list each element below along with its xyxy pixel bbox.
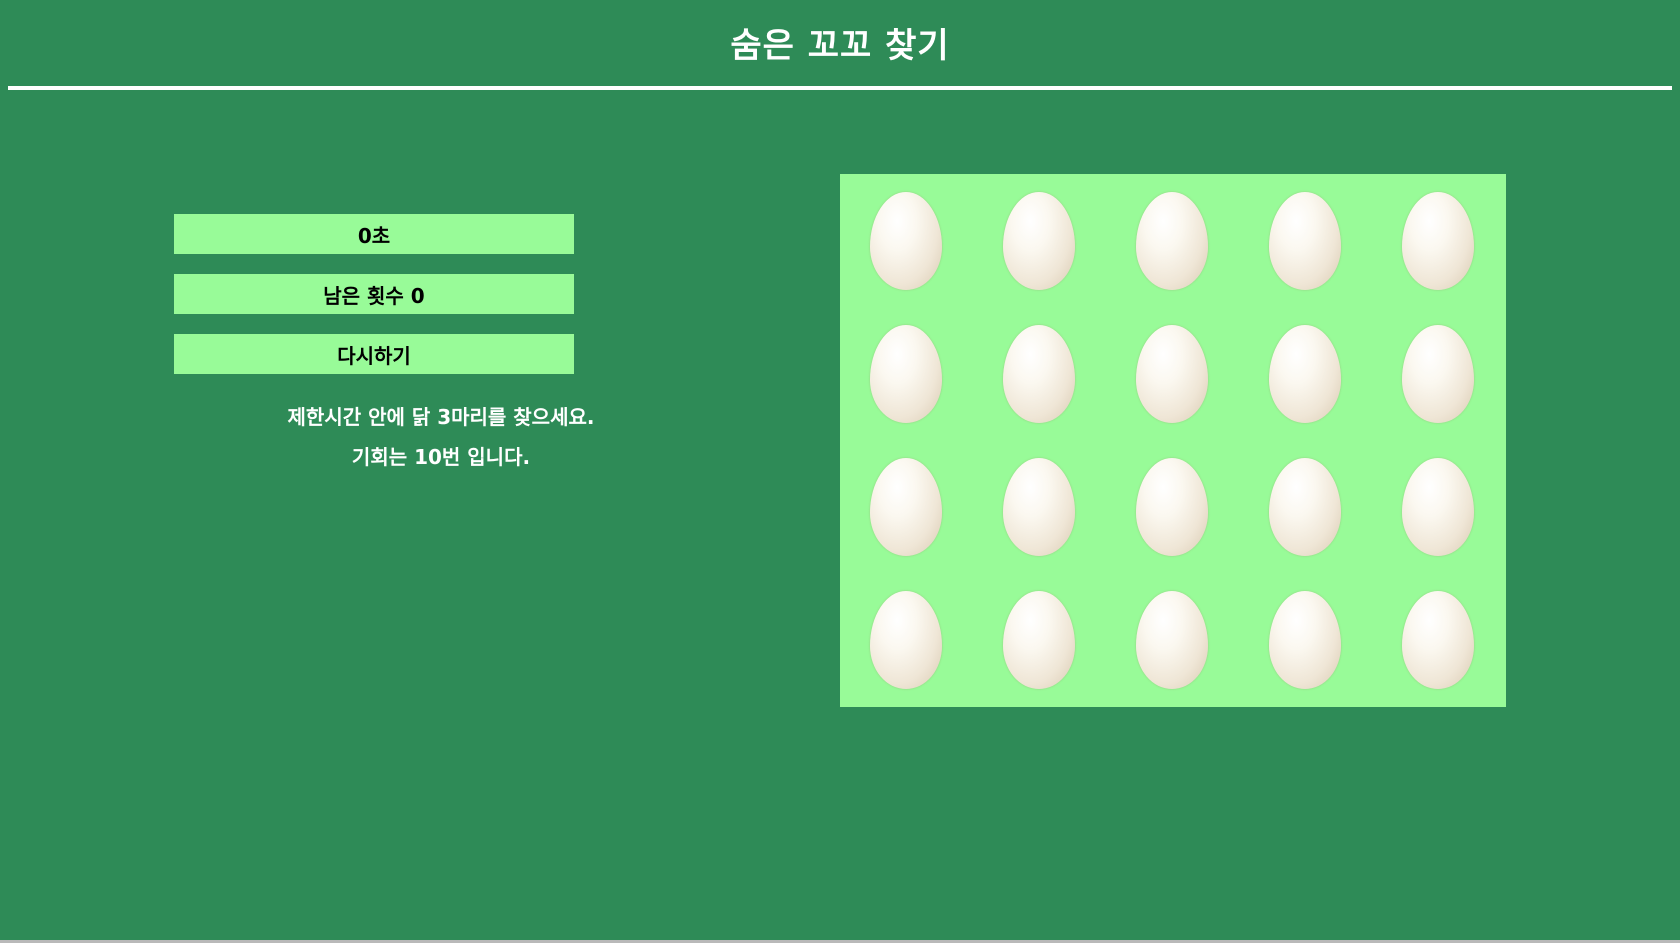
timer-display: 0초 xyxy=(174,214,574,254)
egg-icon[interactable] xyxy=(1136,591,1208,689)
egg-icon[interactable] xyxy=(1402,325,1474,423)
egg-icon[interactable] xyxy=(1402,591,1474,689)
egg-icon[interactable] xyxy=(870,591,942,689)
egg-icon[interactable] xyxy=(1402,458,1474,556)
egg-icon[interactable] xyxy=(870,325,942,423)
page-title: 숨은 꼬꼬 찾기 xyxy=(730,26,950,66)
egg-icon[interactable] xyxy=(870,458,942,556)
egg-icon[interactable] xyxy=(1136,192,1208,290)
instruction-chances: 기회는 10번 입니다. xyxy=(351,445,531,469)
egg-icon[interactable] xyxy=(1003,192,1075,290)
egg-icon[interactable] xyxy=(1136,325,1208,423)
instruction-time-limit: 제한시간 안에 닭 3마리를 찾으세요. xyxy=(287,405,595,429)
egg-icon[interactable] xyxy=(1003,325,1075,423)
egg-icon[interactable] xyxy=(1269,591,1341,689)
egg-icon[interactable] xyxy=(1003,591,1075,689)
remaining-tries-display: 남은 횟수 0 xyxy=(174,274,574,314)
egg-icon[interactable] xyxy=(1402,192,1474,290)
egg-icon[interactable] xyxy=(870,192,942,290)
header-divider xyxy=(8,86,1672,90)
egg-icon[interactable] xyxy=(1136,458,1208,556)
egg-board xyxy=(840,174,1506,707)
egg-icon[interactable] xyxy=(1269,192,1341,290)
egg-icon[interactable] xyxy=(1003,458,1075,556)
restart-button[interactable]: 다시하기 xyxy=(174,334,574,374)
egg-icon[interactable] xyxy=(1269,325,1341,423)
egg-icon[interactable] xyxy=(1269,458,1341,556)
